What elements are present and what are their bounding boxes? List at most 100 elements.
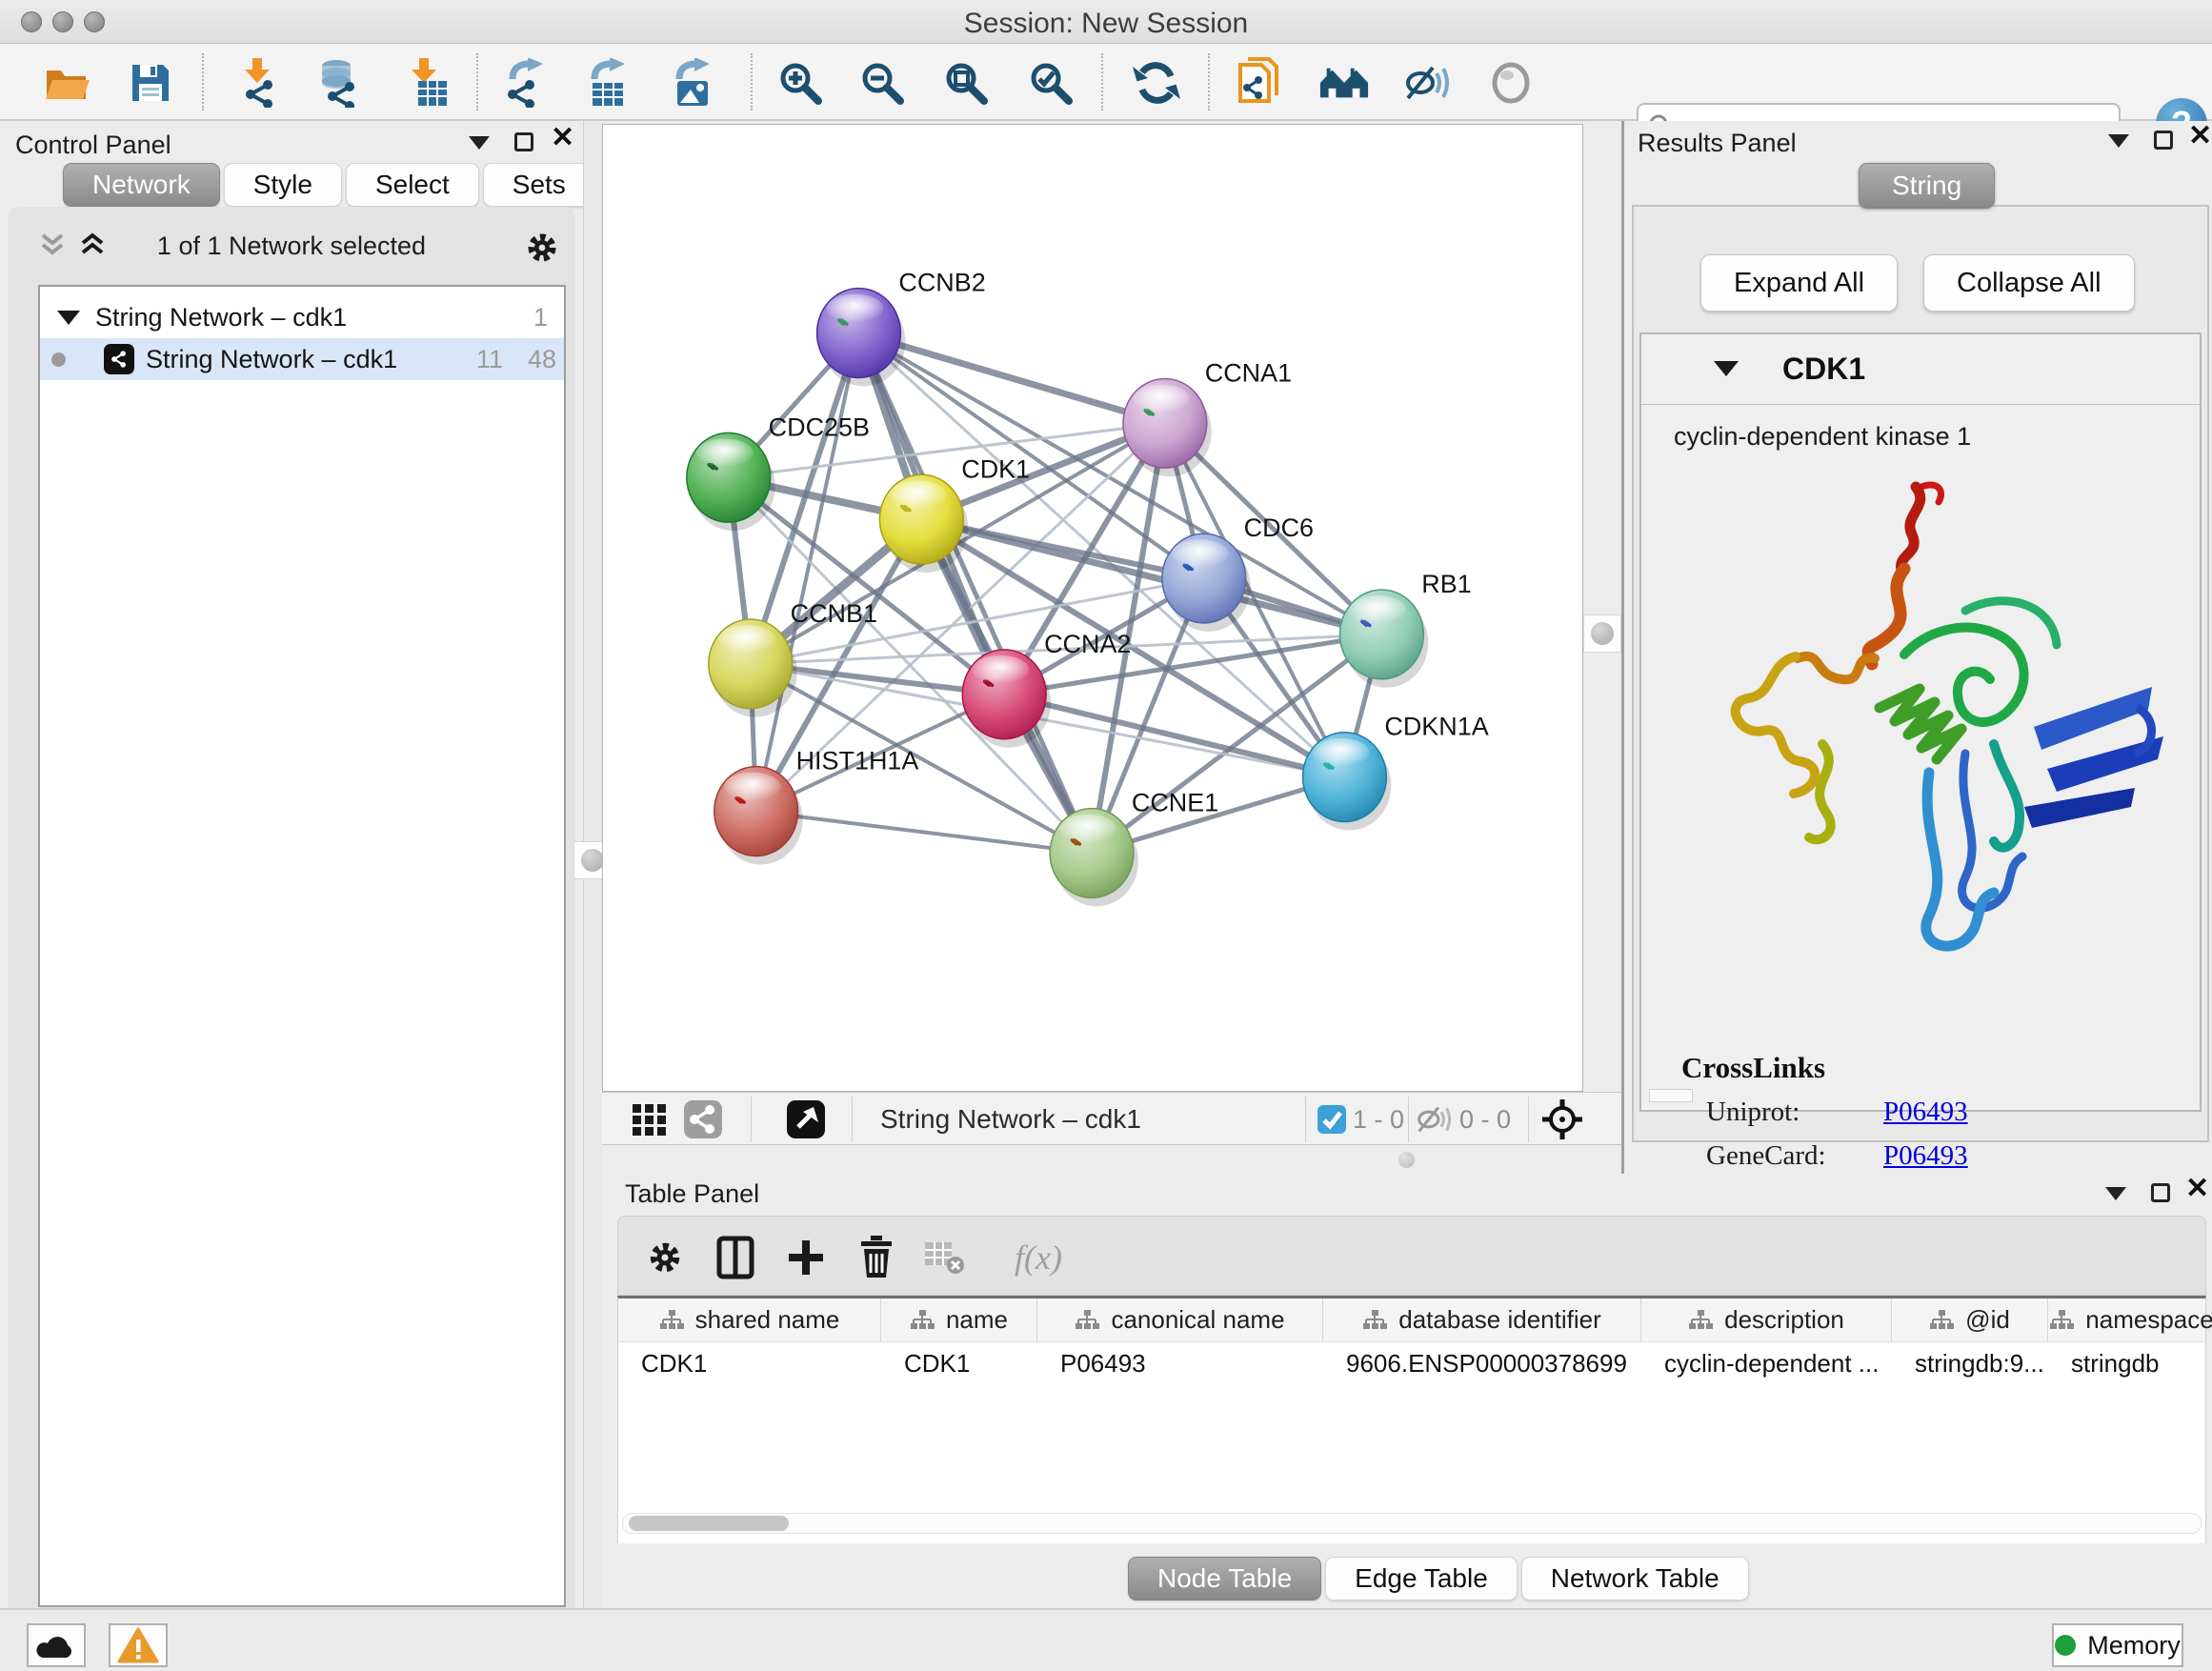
refresh-icon[interactable]	[1131, 57, 1182, 109]
gear-icon[interactable]	[641, 1234, 689, 1281]
column-header-@id[interactable]: @id	[1892, 1299, 2048, 1341]
delete-icon[interactable]	[853, 1234, 900, 1281]
network-node-CDC6[interactable]	[1162, 534, 1251, 632]
tab-edge-table[interactable]: Edge Table	[1325, 1557, 1518, 1601]
delete-table-icon[interactable]	[921, 1234, 969, 1281]
column-header-canonical-name[interactable]: canonical name	[1037, 1299, 1323, 1341]
float-panel-icon[interactable]	[514, 132, 533, 151]
node-label-CCNB2: CCNB2	[898, 269, 985, 297]
collection-count: 1	[533, 303, 548, 332]
column-header-name[interactable]: name	[881, 1299, 1037, 1341]
open-file-icon[interactable]	[41, 57, 92, 109]
table-cell[interactable]: 9606.ENSP00000378699	[1323, 1342, 1641, 1384]
tab-sets[interactable]: Sets	[483, 163, 595, 207]
network-view-toolbar: String Network – cdk1 1 - 0 0 - 0	[602, 1092, 1621, 1145]
export-image-icon[interactable]	[666, 57, 717, 109]
gear-icon[interactable]	[522, 228, 562, 268]
table-cell[interactable]: stringdb:9...	[1892, 1342, 2048, 1384]
node-label-HIST1H1A: HIST1H1A	[796, 747, 919, 775]
node-label-CCNA2: CCNA2	[1044, 630, 1131, 658]
vertical-splitter[interactable]	[583, 121, 602, 1608]
save-session-icon[interactable]	[125, 57, 176, 109]
table-cell[interactable]: stringdb	[2048, 1342, 2212, 1384]
network-node-CDKN1A[interactable]	[1303, 733, 1392, 831]
expand-all-button[interactable]: Expand All	[1700, 254, 1898, 312]
grid-view-icon[interactable]	[629, 1098, 671, 1140]
column-header-description[interactable]: description	[1641, 1299, 1892, 1341]
import-database-icon[interactable]	[312, 57, 364, 109]
fit-crosshair-icon[interactable]	[1541, 1098, 1583, 1140]
minimize-panel-icon[interactable]	[2108, 134, 2129, 148]
network-node-CCNB2[interactable]	[817, 289, 906, 387]
scrollbar-thumb[interactable]	[629, 1516, 789, 1531]
collapse-triangle-icon[interactable]	[57, 311, 80, 325]
houses-icon[interactable]	[1318, 57, 1370, 109]
horizontal-scrollbar[interactable]	[622, 1513, 2202, 1534]
column-header-shared-name[interactable]: shared name	[618, 1299, 881, 1341]
zoom-in-icon[interactable]	[774, 57, 826, 109]
horizontal-scrollbar[interactable]	[1649, 1089, 1693, 1102]
network-status-dot	[51, 352, 66, 367]
splitter-handle[interactable]	[1398, 1152, 1415, 1168]
float-panel-icon[interactable]	[2151, 1183, 2170, 1202]
import-table-icon[interactable]	[400, 57, 452, 109]
import-network-icon[interactable]	[231, 57, 283, 109]
network-collection-row[interactable]: String Network – cdk1 1	[40, 296, 564, 338]
network-selection-row: 1 of 1 Network selected	[8, 226, 575, 270]
toolbar-separator	[1208, 53, 1210, 111]
close-panel-icon[interactable]: ✕	[2188, 127, 2212, 146]
minimize-panel-icon[interactable]	[469, 136, 490, 150]
crosslink-label: GeneCard:	[1706, 1140, 1826, 1172]
warning-icon[interactable]	[109, 1623, 168, 1667]
splitter-handle[interactable]	[1583, 614, 1621, 653]
crosslink-link[interactable]: P06493	[1883, 1140, 1968, 1172]
export-network-icon[interactable]	[499, 57, 551, 109]
crosslink-link[interactable]: P06493	[1883, 1097, 1968, 1128]
gene-card-header[interactable]: CDK1	[1641, 334, 2200, 405]
birdseye-view-icon[interactable]	[785, 1098, 827, 1140]
zoom-out-icon[interactable]	[856, 57, 908, 109]
export-table-icon[interactable]	[581, 57, 633, 109]
table-cell[interactable]: CDK1	[881, 1342, 1037, 1384]
tab-node-table[interactable]: Node Table	[1128, 1557, 1321, 1601]
eye-icon[interactable]	[1485, 57, 1537, 109]
table-cell[interactable]: cyclin-dependent ...	[1641, 1342, 1892, 1384]
table-row[interactable]: CDK1CDK1P064939606.ENSP00000378699cyclin…	[618, 1342, 2205, 1384]
close-panel-icon[interactable]: ✕	[2185, 1179, 2209, 1198]
collapse-all-button[interactable]: Collapse All	[1923, 254, 2135, 312]
tab-select[interactable]: Select	[346, 163, 479, 207]
column-header-database-identifier[interactable]: database identifier	[1323, 1299, 1641, 1341]
tab-string[interactable]: String	[1859, 163, 1995, 209]
network-node-CDC25B[interactable]	[687, 433, 775, 531]
network-node-CCNA1[interactable]	[1123, 378, 1212, 476]
function-builder-icon[interactable]: f(x)	[995, 1234, 1081, 1281]
minimize-panel-icon[interactable]	[2105, 1187, 2126, 1200]
collapse-triangle-icon[interactable]	[1714, 361, 1739, 376]
tab-style[interactable]: Style	[224, 163, 342, 207]
node-label-CCNE1: CCNE1	[1132, 789, 1218, 817]
network-canvas[interactable]: CCNB2CCNA1CDC25BCDK1CDC6RB1CCNB1CCNA2CDK…	[602, 124, 1583, 1092]
split-columns-icon[interactable]	[712, 1234, 759, 1281]
cloud-icon[interactable]	[27, 1623, 86, 1667]
string-document-icon[interactable]	[1235, 57, 1286, 109]
network-row[interactable]: String Network – cdk1 11 48	[40, 338, 564, 380]
hide-glasses-icon[interactable]	[1402, 57, 1454, 109]
table-cell[interactable]: CDK1	[618, 1342, 881, 1384]
close-panel-icon[interactable]: ✕	[551, 129, 574, 148]
tab-network-table[interactable]: Network Table	[1521, 1557, 1749, 1601]
table-cell[interactable]: P06493	[1037, 1342, 1323, 1384]
network-node-CCNE1[interactable]	[1050, 809, 1138, 907]
zoom-fit-icon[interactable]	[940, 57, 992, 109]
zoom-selected-icon[interactable]	[1025, 57, 1076, 109]
selected-checkbox[interactable]	[1311, 1098, 1353, 1140]
crosslink-label: Uniprot:	[1706, 1097, 1800, 1128]
memory-button[interactable]: Memory	[2052, 1623, 2183, 1667]
share-network-icon[interactable]	[682, 1098, 724, 1140]
column-header-namespace[interactable]: namespace	[2048, 1299, 2212, 1341]
network-node-CDK1[interactable]	[879, 474, 968, 573]
tab-network[interactable]: Network	[63, 163, 220, 207]
hidden-eye-icon[interactable]	[1414, 1098, 1456, 1140]
network-node-RB1[interactable]	[1339, 590, 1428, 688]
float-panel-icon[interactable]	[2154, 131, 2173, 150]
add-column-icon[interactable]	[782, 1234, 830, 1281]
